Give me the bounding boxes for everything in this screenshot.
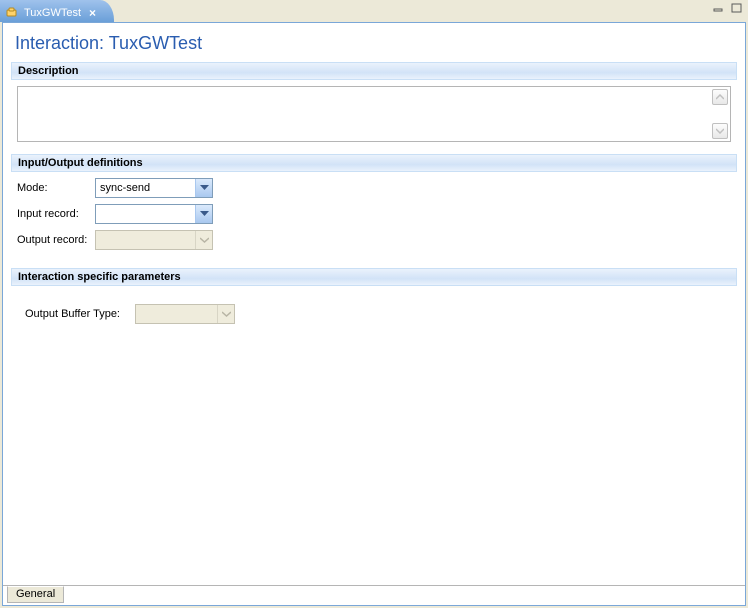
window-controls (712, 2, 744, 14)
content-frame: Interaction: TuxGWTest Description (2, 22, 746, 606)
section-description: Description (11, 62, 737, 148)
label-output-buffer-type: Output Buffer Type: (25, 308, 135, 320)
label-output-record: Output record: (17, 234, 95, 246)
tab-general[interactable]: General (7, 586, 64, 603)
section-io-definitions: Input/Output definitions Mode: sync-send… (11, 154, 737, 262)
chevron-down-icon (195, 179, 212, 197)
section-header-params: Interaction specific parameters (11, 268, 737, 286)
titlebar: TuxGWTest × (0, 0, 748, 22)
section-header-io: Input/Output definitions (11, 154, 737, 172)
output-buffer-type-combo (135, 304, 235, 324)
minimize-icon[interactable] (712, 2, 726, 14)
tab-tuxgwtest[interactable]: TuxGWTest × (0, 0, 114, 22)
input-record-combo[interactable] (95, 204, 213, 224)
maximize-icon[interactable] (730, 2, 744, 14)
page-title: Interaction: TuxGWTest (15, 33, 737, 54)
output-buffer-type-value (136, 305, 217, 323)
bottom-tabstrip: General (3, 585, 745, 605)
chevron-down-icon (195, 205, 212, 223)
editor-window: TuxGWTest × Interaction: TuxGWTest Descr… (0, 0, 748, 608)
interaction-icon (6, 7, 20, 19)
scroll-up-icon[interactable] (712, 89, 728, 105)
mode-combo[interactable]: sync-send (95, 178, 213, 198)
page: Interaction: TuxGWTest Description (3, 23, 745, 585)
chevron-down-icon (217, 305, 234, 323)
description-scrollbar (712, 89, 728, 139)
mode-value: sync-send (96, 179, 195, 197)
tab-title: TuxGWTest (24, 7, 81, 19)
scroll-down-icon[interactable] (712, 123, 728, 139)
label-mode: Mode: (17, 182, 95, 194)
description-input[interactable] (20, 89, 710, 139)
chevron-down-icon (195, 231, 212, 249)
section-interaction-params: Interaction specific parameters Output B… (11, 268, 737, 336)
section-header-description: Description (11, 62, 737, 80)
input-record-value (96, 205, 195, 223)
description-box (17, 86, 731, 142)
output-record-combo (95, 230, 213, 250)
label-input-record: Input record: (17, 208, 95, 220)
output-record-value (96, 231, 195, 249)
close-icon[interactable]: × (89, 6, 96, 20)
